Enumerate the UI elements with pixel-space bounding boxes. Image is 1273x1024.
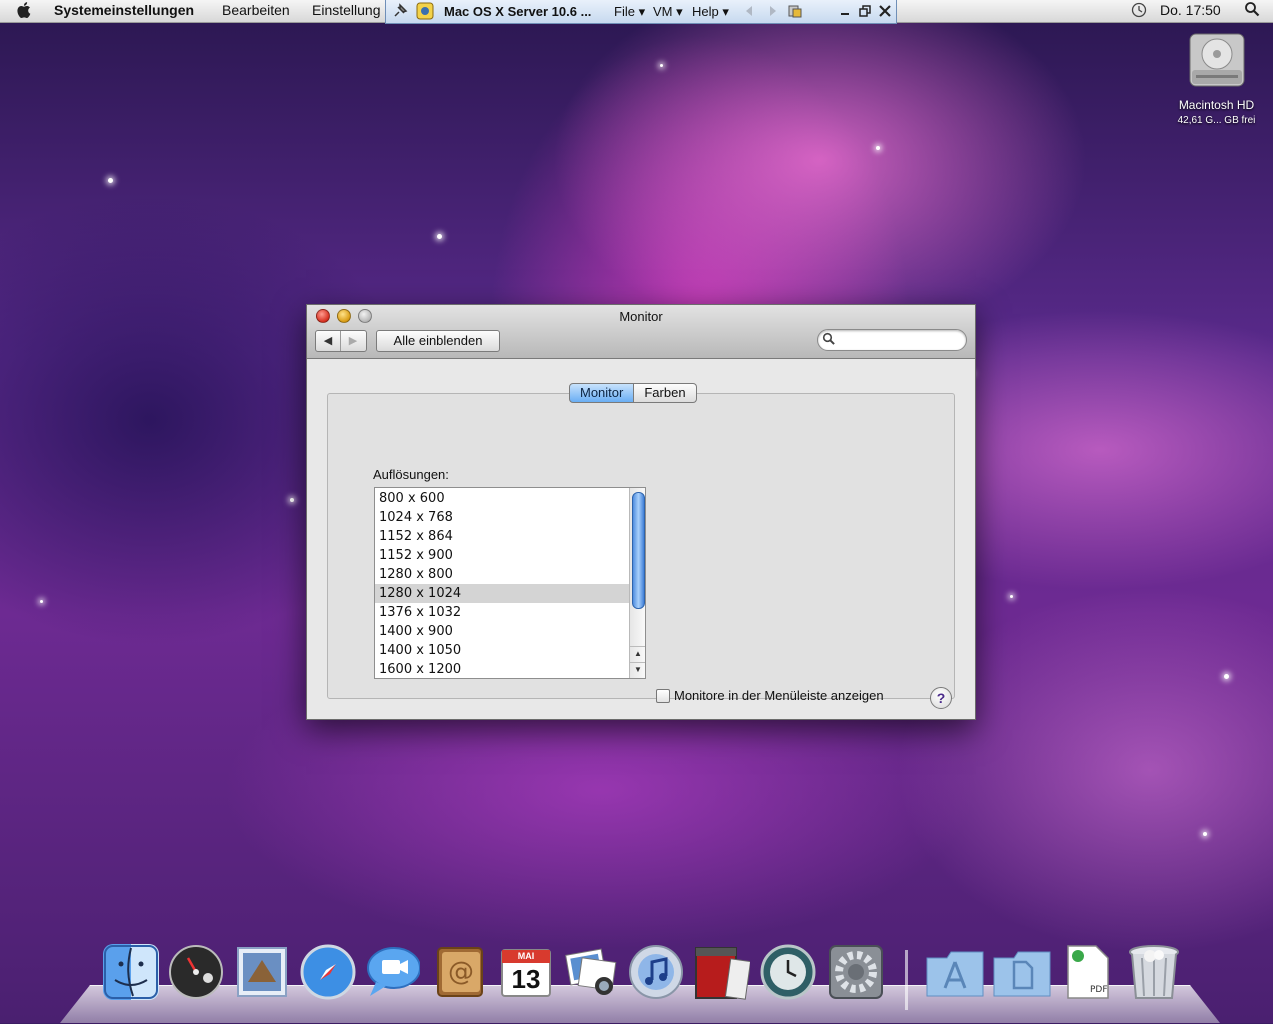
- back-forward-control: ◀ ▶: [315, 330, 367, 352]
- search-input[interactable]: [840, 332, 962, 348]
- resolution-row[interactable]: 1152 x 864: [375, 527, 633, 546]
- window-titlebar: Monitor ◀ ▶ Alle einblenden: [307, 305, 975, 359]
- back-arrow-icon: ◀: [323, 335, 333, 347]
- resolution-row[interactable]: 1024 x 768: [375, 508, 633, 527]
- drive-free-space: 42,61 G... GB frei: [1177, 115, 1256, 126]
- vm-menu-vm-label: VM: [653, 4, 673, 19]
- system-preferences-icon[interactable]: [828, 944, 884, 1000]
- window-title: Monitor: [619, 309, 663, 324]
- dock-separator: [905, 950, 908, 1010]
- search-icon: [822, 332, 836, 346]
- resolutions-scrollbar[interactable]: ▲ ▼: [629, 488, 645, 678]
- vm-close-icon[interactable]: [878, 4, 892, 21]
- menu-clock[interactable]: Do. 17:50: [1160, 2, 1221, 18]
- svg-text:@: @: [448, 957, 474, 987]
- scroll-up-arrow-icon[interactable]: ▲: [630, 646, 645, 661]
- tab-monitor[interactable]: Monitor: [569, 383, 635, 403]
- pdf-document-icon[interactable]: PDF: [1062, 944, 1118, 1000]
- menu-einstellungen[interactable]: Einstellung: [312, 2, 381, 18]
- address-book-icon[interactable]: @: [432, 944, 488, 1000]
- tab-bar: Monitor Farben: [569, 383, 697, 403]
- iphoto-icon[interactable]: [564, 944, 620, 1000]
- resolution-row-selected[interactable]: 1280 x 1024: [375, 584, 633, 603]
- scrollbar-thumb[interactable]: [632, 492, 645, 609]
- show-all-button[interactable]: Alle einblenden: [376, 330, 500, 352]
- finder-icon[interactable]: [103, 944, 159, 1000]
- star: [660, 64, 663, 67]
- star: [876, 146, 880, 150]
- vm-menu-help-label: Help: [692, 4, 719, 19]
- forward-button[interactable]: ▶: [341, 331, 365, 351]
- help-button[interactable]: ?: [930, 687, 952, 709]
- vm-snapshot-icon[interactable]: [787, 3, 803, 22]
- vm-menu-help[interactable]: Help ▾: [692, 4, 729, 20]
- monitor-preferences-window: Monitor ◀ ▶ Alle einblenden Monitor Farb…: [306, 304, 976, 720]
- itunes-icon[interactable]: [628, 944, 684, 1000]
- vm-logo-icon: [416, 2, 434, 23]
- forward-arrow-icon: ▶: [348, 335, 358, 347]
- spotlight-icon[interactable]: [1244, 1, 1260, 20]
- drive-name: Macintosh HD: [1178, 98, 1255, 112]
- vm-restore-icon[interactable]: [858, 4, 872, 21]
- resolution-row[interactable]: 1400 x 900: [375, 622, 633, 641]
- menubar-monitors-label[interactable]: Monitore in der Menüleiste anzeigen: [674, 688, 884, 703]
- documents-folder-icon[interactable]: [992, 944, 1051, 1000]
- dashboard-icon[interactable]: [168, 944, 224, 1000]
- tab-farben[interactable]: Farben: [634, 383, 697, 403]
- ical-month: MAI: [517, 951, 535, 961]
- app-menu[interactable]: Systemeinstellungen: [54, 2, 194, 18]
- ichat-icon[interactable]: [364, 944, 421, 1000]
- apple-menu-icon[interactable]: [16, 1, 34, 19]
- mail-icon[interactable]: [234, 944, 290, 1000]
- hard-drive-icon[interactable]: [1188, 30, 1246, 92]
- star: [1224, 674, 1229, 679]
- vm-menu-vm[interactable]: VM ▾: [653, 4, 683, 20]
- star: [1203, 832, 1207, 836]
- vm-menu-file[interactable]: File ▾: [614, 4, 645, 20]
- resolutions-label: Auflösungen:: [373, 467, 449, 482]
- vm-forward-icon[interactable]: [764, 3, 780, 22]
- pin-icon[interactable]: [392, 3, 408, 22]
- ical-icon[interactable]: MAI 13: [498, 944, 554, 1000]
- resolution-row[interactable]: 1400 x 1050: [375, 641, 633, 660]
- applications-folder-icon[interactable]: [925, 944, 984, 1000]
- star: [108, 178, 113, 183]
- time-machine-icon[interactable]: [760, 944, 816, 1000]
- time-machine-menu-icon[interactable]: [1130, 1, 1148, 22]
- resolution-row[interactable]: 1280 x 800: [375, 565, 633, 584]
- menubar-monitors-checkbox[interactable]: [656, 689, 670, 703]
- scroll-down-arrow-icon[interactable]: ▼: [630, 662, 645, 677]
- tab-panel: Auflösungen: 800 x 600 1024 x 768 1152 x…: [327, 393, 955, 709]
- star: [290, 498, 294, 502]
- hard-drive-label: Macintosh HD 42,61 G... GB frei: [1160, 98, 1273, 128]
- svg-text:PDF: PDF: [1090, 985, 1108, 995]
- pane-content: Monitor Farben Auflösungen: 800 x 600 10…: [307, 359, 975, 719]
- vm-back-icon[interactable]: [742, 3, 758, 22]
- star: [437, 234, 442, 239]
- back-button[interactable]: ◀: [316, 331, 341, 351]
- vm-toolbar: Mac OS X Server 10.6 ... File ▾ VM ▾ Hel…: [385, 0, 897, 24]
- resolutions-list[interactable]: 800 x 600 1024 x 768 1152 x 864 1152 x 9…: [374, 487, 646, 679]
- search-field[interactable]: [817, 329, 967, 351]
- star: [40, 600, 43, 603]
- safari-icon[interactable]: [300, 944, 356, 1000]
- vm-title: Mac OS X Server 10.6 ...: [444, 4, 592, 19]
- vm-menu-file-label: File: [614, 4, 635, 19]
- ical-day: 13: [511, 964, 541, 994]
- resolution-row[interactable]: 1152 x 900: [375, 546, 633, 565]
- resolution-row[interactable]: 800 x 600: [375, 489, 633, 508]
- vm-minimize-icon[interactable]: [838, 4, 852, 21]
- menu-bearbeiten[interactable]: Bearbeiten: [222, 2, 290, 18]
- resolution-row[interactable]: 1376 x 1032: [375, 603, 633, 622]
- star: [1010, 595, 1013, 598]
- trash-icon[interactable]: [1126, 944, 1182, 1000]
- photo-booth-icon[interactable]: [694, 944, 752, 1000]
- resolution-row[interactable]: 1600 x 1200: [375, 660, 633, 678]
